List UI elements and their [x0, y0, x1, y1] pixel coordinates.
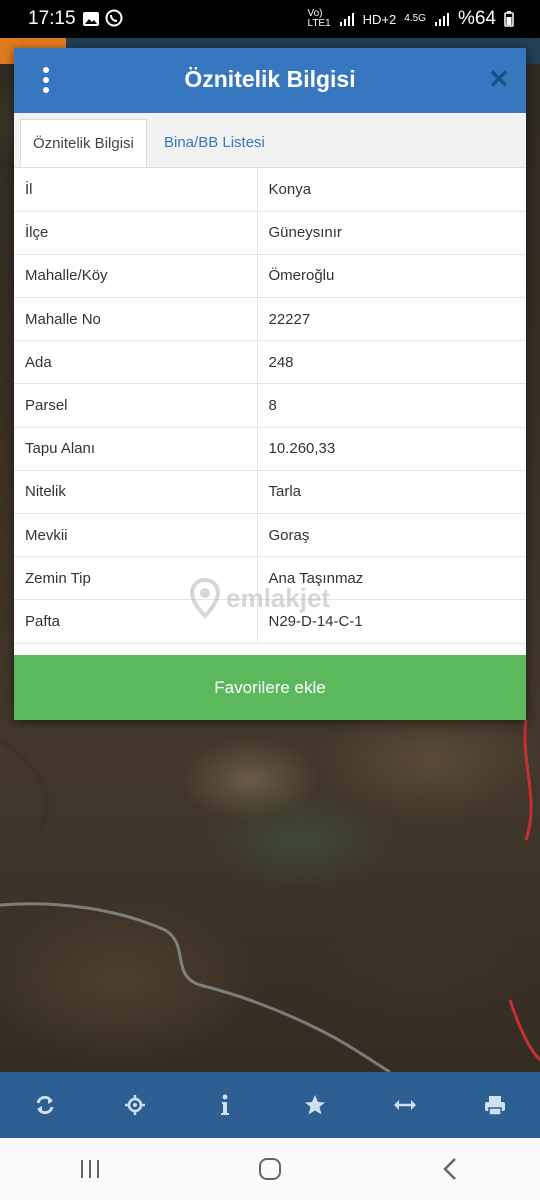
- signal-icon-2: [434, 13, 449, 26]
- back-icon[interactable]: [420, 1144, 480, 1194]
- table-row: Mahalle No 22227: [14, 297, 526, 342]
- battery-icon: [504, 11, 514, 27]
- locate-icon[interactable]: [115, 1085, 155, 1125]
- row-value: Tarla: [257, 470, 526, 515]
- table-row: Mahalle/Köy Ömeroğlu: [14, 254, 526, 299]
- dialog-title: Öznitelik Bilgisi: [184, 66, 356, 92]
- refresh-icon[interactable]: [25, 1085, 65, 1125]
- row-value: Goraş: [257, 513, 526, 558]
- row-key: İl: [14, 168, 258, 212]
- row-key: Tapu Alanı: [14, 427, 258, 471]
- row-value: Ömeroğlu: [257, 254, 526, 299]
- row-key: Mevkii: [14, 513, 258, 558]
- attribute-table: İl Konya İlçe Güneysınır Mahalle/Köy Ömeroğ…: [14, 168, 526, 644]
- table-row: Nitelik Tarla: [14, 470, 526, 515]
- row-key: Mahalle No: [14, 297, 258, 342]
- tab-building-list[interactable]: Bina/BB Listesi: [152, 119, 277, 167]
- location-pin-icon: [190, 578, 220, 618]
- add-to-favorites-button[interactable]: Favorilere ekle: [14, 655, 526, 720]
- gallery-icon: [83, 12, 99, 26]
- status-bar: 17:15 Vo) LTE1 HD+2 4.5G %64: [0, 0, 540, 38]
- android-nav-bar: [0, 1138, 540, 1200]
- row-key: İlçe: [14, 211, 258, 255]
- recent-apps-icon[interactable]: [60, 1144, 120, 1194]
- table-row: Tapu Alanı 10.260,33: [14, 427, 526, 471]
- status-time: 17:15: [28, 8, 76, 29]
- whatsapp-icon: [105, 9, 123, 27]
- battery-percent: %64: [457, 8, 496, 29]
- row-value: 248: [257, 340, 526, 385]
- row-value: Güneysınır: [257, 211, 526, 255]
- map-toolbar: [0, 1072, 540, 1138]
- measure-icon[interactable]: [385, 1085, 425, 1125]
- star-icon[interactable]: [295, 1085, 335, 1125]
- row-key: Parsel: [14, 383, 258, 428]
- volte-label: Vo) LTE1: [307, 8, 331, 29]
- info-icon[interactable]: [205, 1085, 245, 1125]
- row-value: 10.260,33: [257, 427, 526, 471]
- tab-attribute-info[interactable]: Öznitelik Bilgisi: [20, 119, 147, 167]
- table-row: Mevkii Goraş: [14, 513, 526, 558]
- network-type-label: 4.5G: [404, 13, 426, 24]
- row-key: Nitelik: [14, 470, 258, 515]
- table-row: İl Konya: [14, 168, 526, 212]
- dialog-tabs: Öznitelik Bilgisi Bina/BB Listesi: [14, 113, 526, 168]
- signal-icon: [339, 13, 354, 26]
- table-row: İlçe Güneysınır: [14, 211, 526, 255]
- row-key: Mahalle/Köy: [14, 254, 258, 299]
- row-value: 8: [257, 383, 526, 428]
- close-icon[interactable]: ✕: [486, 66, 512, 92]
- row-value: Konya: [257, 168, 526, 212]
- attribute-dialog: Öznitelik Bilgisi ✕ Öznitelik Bilgisi Bi…: [14, 48, 526, 720]
- row-value: 22227: [257, 297, 526, 342]
- table-row: Ada 248: [14, 340, 526, 385]
- watermark-text: emlakjet: [226, 582, 331, 613]
- home-icon[interactable]: [240, 1144, 300, 1194]
- dialog-header: Öznitelik Bilgisi ✕: [14, 48, 526, 113]
- table-row: Parsel 8: [14, 383, 526, 428]
- row-key: Ada: [14, 340, 258, 385]
- watermark: emlakjet: [190, 578, 330, 618]
- print-icon[interactable]: [475, 1085, 515, 1125]
- hd-icon: HD+2: [362, 11, 397, 27]
- notification-icons: [82, 9, 123, 32]
